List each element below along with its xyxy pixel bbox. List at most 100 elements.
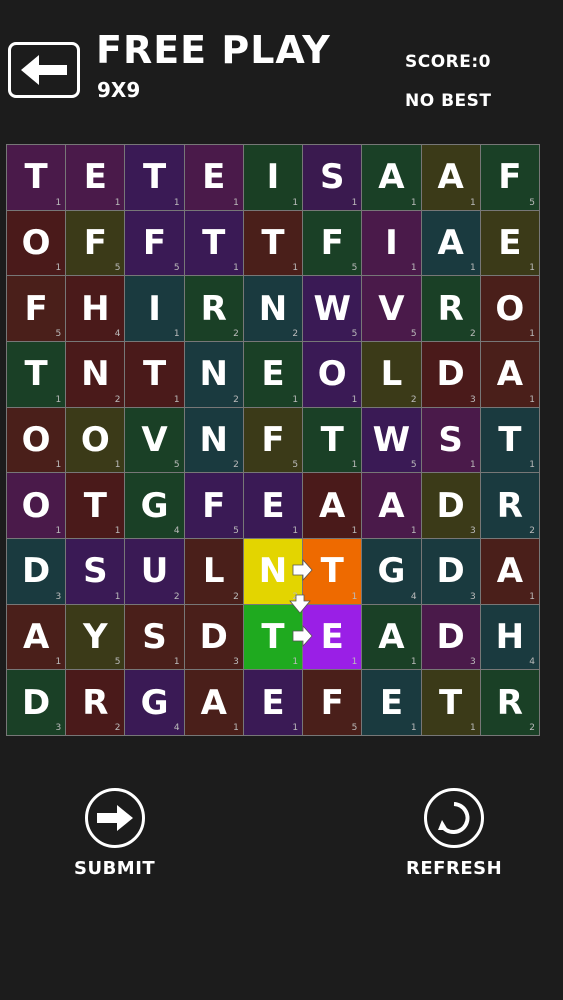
back-button[interactable] <box>8 42 80 98</box>
letter-tile[interactable]: O1 <box>480 276 540 342</box>
letter-tile[interactable]: D3 <box>7 670 67 736</box>
letter-tile[interactable]: A1 <box>362 145 422 211</box>
tile-letter: O <box>21 419 51 460</box>
letter-tile[interactable]: T1 <box>243 604 304 671</box>
tile-points: 1 <box>410 263 417 274</box>
letter-tile[interactable]: T1 <box>125 341 185 408</box>
letter-tile[interactable]: G4 <box>125 473 185 539</box>
letter-tile[interactable]: W5 <box>303 276 363 342</box>
letter-tile[interactable]: A1 <box>184 670 244 736</box>
letter-tile[interactable]: O1 <box>7 473 67 539</box>
letter-tile[interactable]: T1 <box>480 407 540 474</box>
letter-tile[interactable]: V5 <box>125 407 185 474</box>
letter-tile[interactable]: N2 <box>184 407 244 474</box>
letter-tile[interactable]: D3 <box>421 341 481 408</box>
letter-tile[interactable]: V5 <box>362 276 422 342</box>
letter-tile[interactable]: S1 <box>125 604 185 671</box>
letter-tile[interactable]: D3 <box>421 604 481 671</box>
letter-tile[interactable]: E1 <box>303 604 363 671</box>
letter-tile[interactable]: T1 <box>7 145 67 211</box>
letter-tile[interactable]: R2 <box>421 276 481 342</box>
letter-tile[interactable]: O1 <box>66 407 126 474</box>
letter-tile[interactable]: U2 <box>125 538 185 605</box>
letter-tile[interactable]: A1 <box>480 341 540 408</box>
letter-tile[interactable]: A1 <box>421 210 481 277</box>
letter-tile[interactable]: F5 <box>243 407 304 474</box>
letter-tile[interactable]: F5 <box>480 145 540 211</box>
letter-tile[interactable]: W5 <box>362 407 422 474</box>
letter-tile[interactable]: E1 <box>480 210 540 277</box>
letter-tile[interactable]: D3 <box>421 473 481 539</box>
letter-tile[interactable]: F5 <box>125 210 185 277</box>
letter-tile[interactable]: R2 <box>66 670 126 736</box>
tile-letter: F <box>261 419 285 460</box>
tile-points: 1 <box>233 263 239 274</box>
letter-tile[interactable]: T1 <box>421 670 481 736</box>
letter-tile[interactable]: F5 <box>66 210 126 277</box>
letter-tile[interactable]: N2 <box>243 538 304 605</box>
letter-tile[interactable]: D3 <box>184 604 244 671</box>
letter-tile[interactable]: S1 <box>421 407 481 474</box>
letter-tile[interactable]: T1 <box>184 210 244 277</box>
letter-tile[interactable]: F5 <box>303 670 363 736</box>
letter-tile[interactable]: A1 <box>421 145 481 211</box>
letter-tile[interactable]: E1 <box>243 670 304 736</box>
tile-letter: T <box>320 551 344 592</box>
letter-tile[interactable]: I1 <box>125 276 185 342</box>
refresh-circle[interactable] <box>424 788 485 848</box>
letter-tile[interactable]: O1 <box>303 341 363 408</box>
letter-tile[interactable]: T1 <box>303 538 363 605</box>
letter-tile[interactable]: D3 <box>421 538 481 605</box>
letter-tile[interactable]: N2 <box>243 276 304 342</box>
letter-tile[interactable]: T1 <box>303 407 363 474</box>
letter-tile[interactable]: I1 <box>243 145 304 211</box>
letter-tile[interactable]: A1 <box>303 473 363 539</box>
letter-tile[interactable]: E1 <box>184 145 244 211</box>
letter-tile[interactable]: G4 <box>362 538 422 605</box>
letter-tile[interactable]: R2 <box>480 473 540 539</box>
letter-tile[interactable]: O1 <box>7 210 67 277</box>
letter-tile[interactable]: N2 <box>66 341 126 408</box>
letter-tile[interactable]: D3 <box>7 538 67 605</box>
letter-tile[interactable]: L2 <box>362 341 422 408</box>
tile-letter: T <box>320 419 344 460</box>
tile-points: 1 <box>292 722 299 733</box>
letter-tile[interactable]: E1 <box>362 670 422 736</box>
letter-tile[interactable]: H4 <box>480 604 540 671</box>
tile-points: 1 <box>351 657 358 668</box>
letter-tile[interactable]: O1 <box>7 407 67 474</box>
letter-tile[interactable]: A1 <box>7 604 67 671</box>
letter-tile[interactable]: F5 <box>303 210 363 277</box>
letter-tile[interactable]: N2 <box>184 341 244 408</box>
tile-letter: N <box>199 354 228 395</box>
letter-tile[interactable]: Y5 <box>66 604 126 671</box>
letter-tile[interactable]: T1 <box>66 473 126 539</box>
letter-tile[interactable]: E1 <box>243 473 304 539</box>
letter-tile[interactable]: T1 <box>7 341 67 408</box>
refresh-button[interactable]: REFRESH <box>406 788 502 879</box>
letter-tile[interactable]: F5 <box>184 473 244 539</box>
letter-tile[interactable]: R2 <box>480 670 540 736</box>
letter-tile[interactable]: F5 <box>7 276 67 342</box>
letter-tile[interactable]: T1 <box>243 210 304 277</box>
letter-tile[interactable]: S1 <box>303 145 363 211</box>
letter-tile[interactable]: E1 <box>243 341 304 408</box>
tile-points: 1 <box>173 657 180 668</box>
letter-tile[interactable]: A1 <box>480 538 540 605</box>
letter-tile[interactable]: L2 <box>184 538 244 605</box>
submit-circle[interactable] <box>84 788 145 848</box>
letter-tile[interactable]: H4 <box>66 276 126 342</box>
submit-button[interactable]: SUBMIT <box>74 788 155 879</box>
tile-letter: S <box>83 551 108 592</box>
letter-tile[interactable]: T1 <box>125 145 185 211</box>
letter-tile[interactable]: E1 <box>66 145 126 211</box>
tile-letter: W <box>313 288 351 329</box>
tile-letter: T <box>439 682 463 723</box>
tile-points: 1 <box>114 460 121 471</box>
letter-tile[interactable]: R2 <box>184 276 244 342</box>
letter-tile[interactable]: S1 <box>66 538 126 605</box>
letter-tile[interactable]: G4 <box>125 670 185 736</box>
letter-tile[interactable]: I1 <box>362 210 422 277</box>
letter-tile[interactable]: A1 <box>362 604 422 671</box>
letter-tile[interactable]: A1 <box>362 473 422 539</box>
